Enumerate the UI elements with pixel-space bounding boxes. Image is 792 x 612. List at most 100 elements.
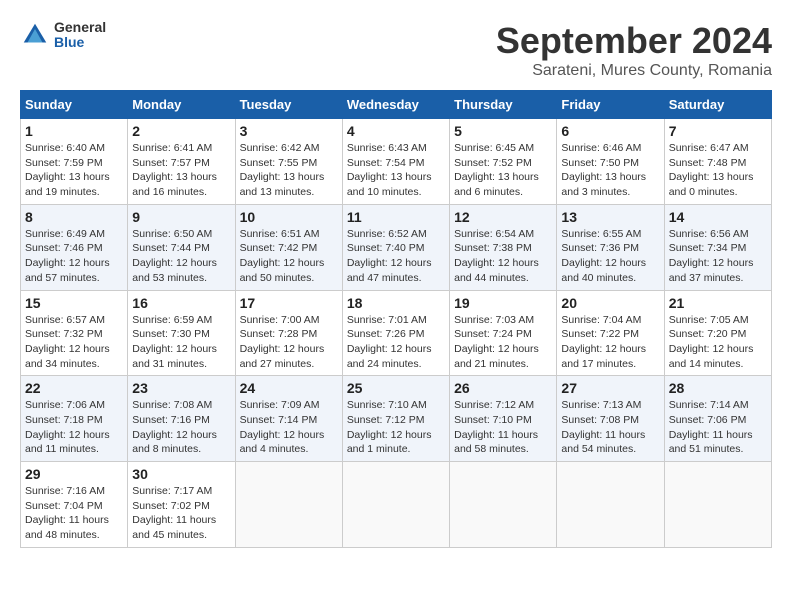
day-cell-26: 26 Sunrise: 7:12 AMSunset: 7:10 PMDaylig… [450, 376, 557, 462]
day-number-16: 16 [132, 295, 230, 311]
day-info-22: Sunrise: 7:06 AMSunset: 7:18 PMDaylight:… [25, 398, 123, 457]
day-number-26: 26 [454, 380, 552, 396]
day-info-15: Sunrise: 6:57 AMSunset: 7:32 PMDaylight:… [25, 313, 123, 372]
day-number-29: 29 [25, 466, 123, 482]
day-number-9: 9 [132, 209, 230, 225]
day-number-11: 11 [347, 209, 445, 225]
day-info-4: Sunrise: 6:43 AMSunset: 7:54 PMDaylight:… [347, 141, 445, 200]
day-info-17: Sunrise: 7:00 AMSunset: 7:28 PMDaylight:… [240, 313, 338, 372]
day-info-11: Sunrise: 6:52 AMSunset: 7:40 PMDaylight:… [347, 227, 445, 286]
day-number-15: 15 [25, 295, 123, 311]
day-cell-5: 5 Sunrise: 6:45 AMSunset: 7:52 PMDayligh… [450, 119, 557, 205]
day-number-10: 10 [240, 209, 338, 225]
day-cell-6: 6 Sunrise: 6:46 AMSunset: 7:50 PMDayligh… [557, 119, 664, 205]
day-cell-24: 24 Sunrise: 7:09 AMSunset: 7:14 PMDaylig… [235, 376, 342, 462]
week-row-4: 22 Sunrise: 7:06 AMSunset: 7:18 PMDaylig… [21, 376, 772, 462]
header-monday: Monday [128, 91, 235, 119]
day-number-23: 23 [132, 380, 230, 396]
day-cell-28: 28 Sunrise: 7:14 AMSunset: 7:06 PMDaylig… [664, 376, 771, 462]
logo-blue: Blue [54, 35, 106, 50]
week-row-1: 1 Sunrise: 6:40 AMSunset: 7:59 PMDayligh… [21, 119, 772, 205]
logo-icon [20, 20, 50, 50]
day-cell-12: 12 Sunrise: 6:54 AMSunset: 7:38 PMDaylig… [450, 204, 557, 290]
day-info-29: Sunrise: 7:16 AMSunset: 7:04 PMDaylight:… [25, 484, 123, 543]
day-info-3: Sunrise: 6:42 AMSunset: 7:55 PMDaylight:… [240, 141, 338, 200]
day-cell-29: 29 Sunrise: 7:16 AMSunset: 7:04 PMDaylig… [21, 462, 128, 548]
day-info-13: Sunrise: 6:55 AMSunset: 7:36 PMDaylight:… [561, 227, 659, 286]
day-info-25: Sunrise: 7:10 AMSunset: 7:12 PMDaylight:… [347, 398, 445, 457]
day-cell-21: 21 Sunrise: 7:05 AMSunset: 7:20 PMDaylig… [664, 290, 771, 376]
day-info-7: Sunrise: 6:47 AMSunset: 7:48 PMDaylight:… [669, 141, 767, 200]
day-number-30: 30 [132, 466, 230, 482]
empty-cell-3 [450, 462, 557, 548]
location: Sarateni, Mures County, Romania [496, 62, 772, 80]
day-number-27: 27 [561, 380, 659, 396]
day-number-1: 1 [25, 123, 123, 139]
day-info-27: Sunrise: 7:13 AMSunset: 7:08 PMDaylight:… [561, 398, 659, 457]
day-number-8: 8 [25, 209, 123, 225]
empty-cell-5 [664, 462, 771, 548]
day-info-9: Sunrise: 6:50 AMSunset: 7:44 PMDaylight:… [132, 227, 230, 286]
title-area: September 2024 Sarateni, Mures County, R… [496, 20, 772, 80]
empty-cell-2 [342, 462, 449, 548]
day-info-18: Sunrise: 7:01 AMSunset: 7:26 PMDaylight:… [347, 313, 445, 372]
day-number-24: 24 [240, 380, 338, 396]
day-number-20: 20 [561, 295, 659, 311]
header-saturday: Saturday [664, 91, 771, 119]
day-number-3: 3 [240, 123, 338, 139]
day-number-13: 13 [561, 209, 659, 225]
day-cell-19: 19 Sunrise: 7:03 AMSunset: 7:24 PMDaylig… [450, 290, 557, 376]
day-number-19: 19 [454, 295, 552, 311]
day-cell-25: 25 Sunrise: 7:10 AMSunset: 7:12 PMDaylig… [342, 376, 449, 462]
day-number-5: 5 [454, 123, 552, 139]
day-info-30: Sunrise: 7:17 AMSunset: 7:02 PMDaylight:… [132, 484, 230, 543]
day-cell-27: 27 Sunrise: 7:13 AMSunset: 7:08 PMDaylig… [557, 376, 664, 462]
day-number-2: 2 [132, 123, 230, 139]
day-cell-20: 20 Sunrise: 7:04 AMSunset: 7:22 PMDaylig… [557, 290, 664, 376]
day-number-28: 28 [669, 380, 767, 396]
day-cell-30: 30 Sunrise: 7:17 AMSunset: 7:02 PMDaylig… [128, 462, 235, 548]
calendar-header-row: Sunday Monday Tuesday Wednesday Thursday… [21, 91, 772, 119]
day-info-26: Sunrise: 7:12 AMSunset: 7:10 PMDaylight:… [454, 398, 552, 457]
day-cell-11: 11 Sunrise: 6:52 AMSunset: 7:40 PMDaylig… [342, 204, 449, 290]
day-info-21: Sunrise: 7:05 AMSunset: 7:20 PMDaylight:… [669, 313, 767, 372]
day-cell-16: 16 Sunrise: 6:59 AMSunset: 7:30 PMDaylig… [128, 290, 235, 376]
month-title: September 2024 [496, 20, 772, 62]
header-wednesday: Wednesday [342, 91, 449, 119]
week-row-2: 8 Sunrise: 6:49 AMSunset: 7:46 PMDayligh… [21, 204, 772, 290]
day-number-17: 17 [240, 295, 338, 311]
header-thursday: Thursday [450, 91, 557, 119]
header-tuesday: Tuesday [235, 91, 342, 119]
day-cell-2: 2 Sunrise: 6:41 AMSunset: 7:57 PMDayligh… [128, 119, 235, 205]
day-cell-10: 10 Sunrise: 6:51 AMSunset: 7:42 PMDaylig… [235, 204, 342, 290]
day-number-21: 21 [669, 295, 767, 311]
day-cell-4: 4 Sunrise: 6:43 AMSunset: 7:54 PMDayligh… [342, 119, 449, 205]
empty-cell-1 [235, 462, 342, 548]
logo: General Blue [20, 20, 106, 51]
day-number-12: 12 [454, 209, 552, 225]
day-number-22: 22 [25, 380, 123, 396]
day-number-14: 14 [669, 209, 767, 225]
header: General Blue September 2024 Sarateni, Mu… [20, 20, 772, 80]
day-info-23: Sunrise: 7:08 AMSunset: 7:16 PMDaylight:… [132, 398, 230, 457]
day-info-14: Sunrise: 6:56 AMSunset: 7:34 PMDaylight:… [669, 227, 767, 286]
day-number-7: 7 [669, 123, 767, 139]
day-cell-15: 15 Sunrise: 6:57 AMSunset: 7:32 PMDaylig… [21, 290, 128, 376]
day-number-25: 25 [347, 380, 445, 396]
day-cell-17: 17 Sunrise: 7:00 AMSunset: 7:28 PMDaylig… [235, 290, 342, 376]
day-info-12: Sunrise: 6:54 AMSunset: 7:38 PMDaylight:… [454, 227, 552, 286]
calendar: Sunday Monday Tuesday Wednesday Thursday… [20, 90, 772, 548]
day-cell-3: 3 Sunrise: 6:42 AMSunset: 7:55 PMDayligh… [235, 119, 342, 205]
day-info-6: Sunrise: 6:46 AMSunset: 7:50 PMDaylight:… [561, 141, 659, 200]
day-info-5: Sunrise: 6:45 AMSunset: 7:52 PMDaylight:… [454, 141, 552, 200]
empty-cell-4 [557, 462, 664, 548]
day-number-18: 18 [347, 295, 445, 311]
day-info-19: Sunrise: 7:03 AMSunset: 7:24 PMDaylight:… [454, 313, 552, 372]
day-number-4: 4 [347, 123, 445, 139]
day-cell-23: 23 Sunrise: 7:08 AMSunset: 7:16 PMDaylig… [128, 376, 235, 462]
header-sunday: Sunday [21, 91, 128, 119]
day-info-20: Sunrise: 7:04 AMSunset: 7:22 PMDaylight:… [561, 313, 659, 372]
day-cell-1: 1 Sunrise: 6:40 AMSunset: 7:59 PMDayligh… [21, 119, 128, 205]
day-info-10: Sunrise: 6:51 AMSunset: 7:42 PMDaylight:… [240, 227, 338, 286]
week-row-5: 29 Sunrise: 7:16 AMSunset: 7:04 PMDaylig… [21, 462, 772, 548]
